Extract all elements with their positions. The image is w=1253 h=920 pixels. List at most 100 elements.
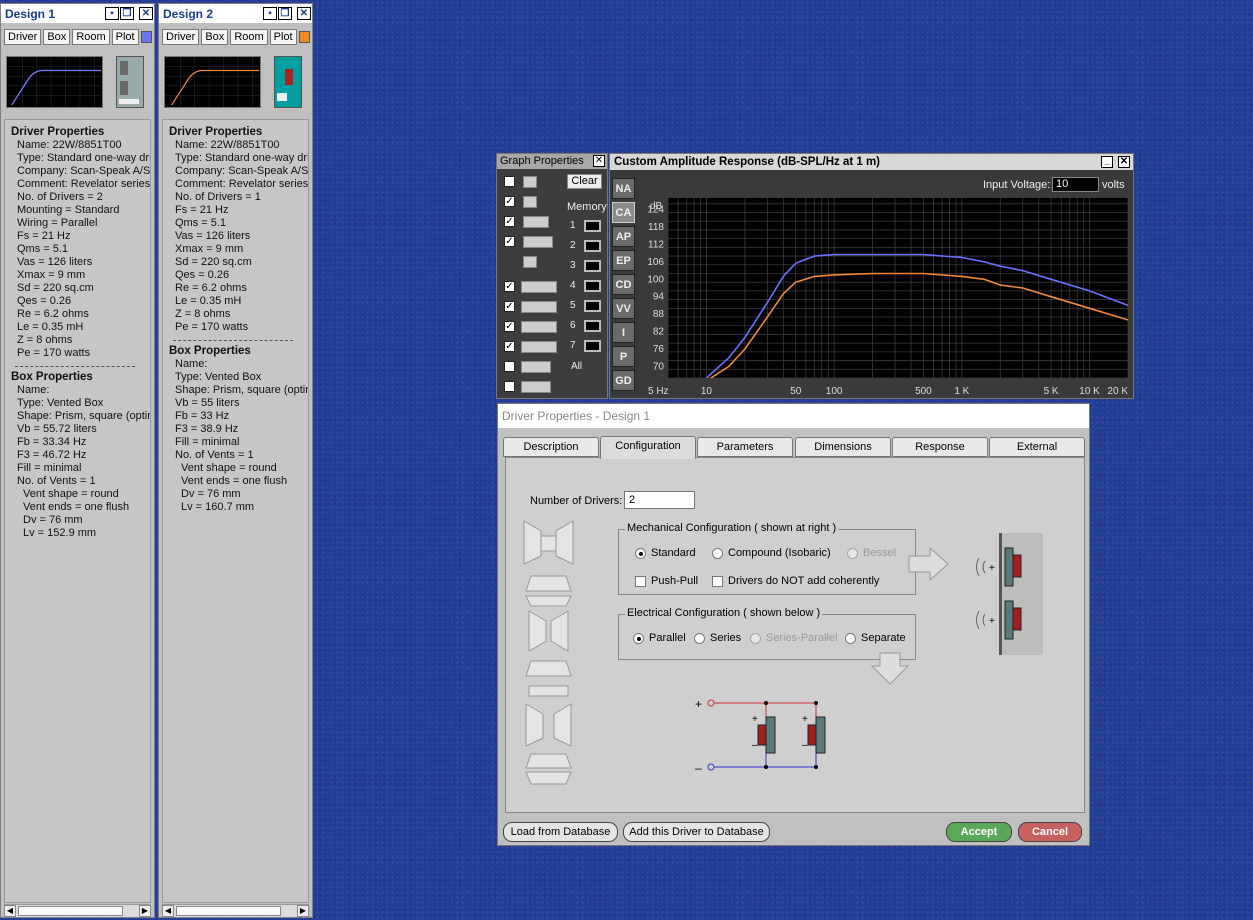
graph-option-checkbox[interactable]: ✓	[504, 236, 515, 247]
memory-slot-box[interactable]	[584, 340, 601, 352]
load-from-database-button[interactable]: Load from Database	[503, 822, 618, 842]
not-coherent-checkbox[interactable]	[712, 576, 723, 587]
tab-response[interactable]: Response	[892, 437, 988, 457]
radio-series-parallel[interactable]	[750, 633, 761, 644]
save-icon[interactable]: ▪	[263, 7, 277, 20]
y-tick-label: 88	[653, 309, 665, 320]
graph-option-checkbox[interactable]	[504, 381, 515, 392]
y-tick-label: 94	[653, 292, 665, 303]
input-voltage-field[interactable]: 10	[1052, 177, 1099, 192]
memory-all[interactable]: All	[571, 361, 582, 372]
graph-option-checkbox[interactable]: ✓	[504, 216, 515, 227]
speaker-configuration-diagram: + +	[976, 533, 1043, 655]
tab-box[interactable]: Box	[43, 29, 71, 45]
tab-room[interactable]: Room	[72, 29, 110, 45]
copy-icon[interactable]: ❐	[120, 7, 134, 20]
close-icon[interactable]: ✕	[297, 7, 311, 20]
x-tick-label: 50	[790, 386, 802, 397]
memory-slot[interactable]: 1	[570, 220, 610, 232]
memory-slot[interactable]: 5	[570, 300, 610, 312]
close-icon[interactable]: ✕	[593, 155, 605, 167]
graph-option-checkbox[interactable]: ✓	[504, 341, 515, 352]
tab-driver[interactable]: Driver	[4, 29, 42, 45]
electrical-configuration-title: Electrical Configuration ( shown below )	[625, 607, 823, 619]
plot-color-swatch[interactable]	[298, 31, 310, 43]
tab-external[interactable]: External	[989, 437, 1085, 457]
scroll-thumb[interactable]	[176, 906, 281, 916]
tab-plot[interactable]: Plot	[111, 29, 139, 45]
box-icon[interactable]	[274, 56, 302, 108]
tab-plot[interactable]: Plot	[269, 29, 297, 45]
prop-line: Type: Standard one-way driver	[17, 152, 151, 164]
y-tick-label: 82	[653, 327, 665, 338]
graph-option-checkbox[interactable]: ✓	[504, 321, 515, 332]
graph-option-checkbox[interactable]: ✓	[504, 196, 515, 207]
cancel-button[interactable]: Cancel	[1018, 822, 1082, 842]
graph-button-ca[interactable]: CA	[612, 202, 635, 223]
memory-slot-box[interactable]	[584, 320, 601, 332]
prop-line: Qms = 5.1	[175, 217, 227, 229]
add-driver-to-database-button[interactable]: Add this Driver to Database	[623, 822, 770, 842]
push-pull-checkbox[interactable]	[635, 576, 646, 587]
close-icon[interactable]: ✕	[139, 7, 153, 20]
tab-description[interactable]: Description	[503, 437, 599, 457]
memory-slot[interactable]: 4	[570, 280, 610, 292]
radio-compound[interactable]	[712, 548, 723, 559]
radio-bessel[interactable]	[847, 548, 858, 559]
graph-button-ap[interactable]: AP	[612, 226, 635, 247]
configuration-panel: Number of Drivers: 2 Mechanical Configur…	[505, 457, 1085, 813]
graph-option-checkbox[interactable]	[504, 361, 515, 372]
graph-option-checkbox[interactable]: ✓	[504, 281, 515, 292]
memory-slot-box[interactable]	[584, 260, 601, 272]
response-thumbnail[interactable]	[6, 56, 103, 108]
radio-compound-label: Compound (Isobaric)	[728, 547, 831, 559]
scroll-left-icon[interactable]: ◀	[162, 905, 174, 917]
horizontal-scrollbar[interactable]: ◀ ▶	[4, 904, 151, 917]
memory-slot[interactable]: 2	[570, 240, 610, 252]
prop-line: No. of Vents = 1	[17, 475, 96, 487]
minimize-icon[interactable]: _	[1101, 156, 1113, 168]
memory-slot[interactable]: 7	[570, 340, 610, 352]
scroll-left-icon[interactable]: ◀	[4, 905, 16, 917]
accept-button[interactable]: Accept	[946, 822, 1012, 842]
close-icon[interactable]: ✕	[1118, 156, 1130, 168]
scroll-right-icon[interactable]: ▶	[139, 905, 151, 917]
tab-driver[interactable]: Driver	[162, 29, 200, 45]
box-icon[interactable]	[116, 56, 144, 108]
tab-room[interactable]: Room	[230, 29, 268, 45]
memory-slot-box[interactable]	[584, 240, 601, 252]
plot-color-swatch[interactable]	[140, 31, 152, 43]
graph-button-cd[interactable]: CD	[612, 274, 635, 295]
memory-slot-box[interactable]	[584, 300, 601, 312]
graph-button-vv[interactable]: VV	[612, 298, 635, 319]
radio-separate[interactable]	[845, 633, 856, 644]
graph-option-checkbox[interactable]: ✓	[504, 301, 515, 312]
response-thumbnail[interactable]	[164, 56, 261, 108]
graph-button-gd[interactable]: GD	[612, 370, 635, 391]
num-drivers-field[interactable]: 2	[624, 491, 695, 509]
graph-button-i[interactable]: I	[612, 322, 635, 343]
tab-dimensions[interactable]: Dimensions	[795, 437, 891, 457]
graph-button-p[interactable]: P	[612, 346, 635, 367]
horizontal-scrollbar[interactable]: ◀ ▶	[162, 904, 309, 917]
tab-parameters[interactable]: Parameters	[697, 437, 793, 457]
x-tick-label: 500	[915, 386, 932, 397]
memory-slot-box[interactable]	[584, 220, 601, 232]
memory-slot-box[interactable]	[584, 280, 601, 292]
radio-parallel[interactable]	[633, 633, 644, 644]
memory-slot[interactable]: 6	[570, 320, 610, 332]
copy-icon[interactable]: ❐	[278, 7, 292, 20]
scroll-right-icon[interactable]: ▶	[297, 905, 309, 917]
radio-standard[interactable]	[635, 548, 646, 559]
graph-button-ep[interactable]: EP	[612, 250, 635, 271]
scroll-thumb[interactable]	[18, 906, 123, 916]
save-icon[interactable]: ▪	[105, 7, 119, 20]
clear-button[interactable]: Clear	[567, 174, 602, 189]
graph-button-na[interactable]: NA	[612, 178, 635, 199]
tab-box[interactable]: Box	[201, 29, 229, 45]
memory-slot[interactable]: 3	[570, 260, 610, 272]
tab-configuration[interactable]: Configuration	[600, 436, 696, 459]
radio-series[interactable]	[694, 633, 705, 644]
graph-option-checkbox[interactable]	[504, 176, 515, 187]
amplitude-plot[interactable]: dB12411811210610094888276705 Hz 10 50 100 50…	[638, 198, 1134, 400]
